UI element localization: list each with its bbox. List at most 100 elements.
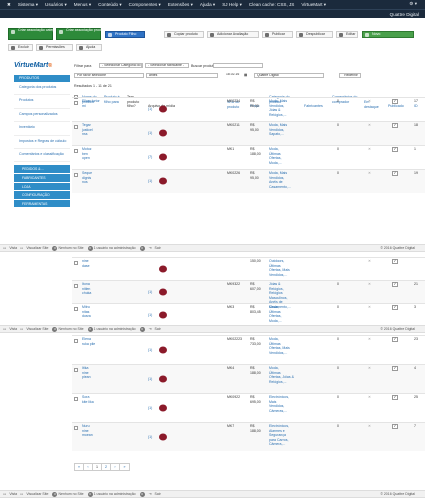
reset-button[interactable]: Redefinir bbox=[339, 73, 361, 78]
product-categories[interactable]: Moda, Últimas Ofertas, Jóias & Relógios,… bbox=[269, 366, 303, 384]
visit-site-link[interactable]: Visualizar Site bbox=[26, 246, 48, 250]
copy-product-button[interactable]: Copiar produto bbox=[164, 31, 204, 38]
manufacturer-filter-select[interactable]: - Selecionar fabricante - bbox=[145, 63, 189, 68]
sidebar-item-produtos[interactable]: Produtos bbox=[14, 95, 70, 109]
site-name[interactable]: Quattre Digital bbox=[390, 12, 419, 17]
product-thumbnail[interactable] bbox=[158, 374, 168, 384]
sidebar-item-comentarios[interactable]: Comentários e classificação bbox=[14, 149, 70, 163]
menu-ajuda[interactable]: Ajuda ▾ bbox=[200, 2, 215, 8]
featured-toggle-icon[interactable]: ✕ bbox=[368, 147, 371, 152]
sidebar-tab-configuracao[interactable]: CONFIGURAÇÃO bbox=[14, 191, 70, 200]
pager-page-1[interactable]: 1 bbox=[93, 464, 102, 471]
pager-page-2[interactable]: 2 bbox=[102, 464, 111, 471]
help-button[interactable]: Ajuda bbox=[76, 44, 102, 51]
published-toggle[interactable]: ✓ bbox=[392, 259, 398, 264]
delete-button[interactable]: Excluir bbox=[8, 44, 33, 51]
row-checkbox[interactable] bbox=[74, 101, 78, 105]
featured-toggle-icon[interactable]: ✕ bbox=[368, 259, 371, 264]
product-name-link[interactable]: Seque dignis nos bbox=[82, 171, 102, 185]
table-row[interactable]: Motoz ben open (7) MK1 R$ 188,00 Moda, Últim… bbox=[72, 145, 425, 169]
sidebar-section-produtos[interactable]: PRODUTOS bbox=[14, 75, 70, 82]
child-count-link[interactable]: (1) bbox=[148, 313, 152, 318]
pager-prev[interactable]: ‹ bbox=[84, 464, 93, 471]
product-name-link[interactable]: Mitru nitas dusra bbox=[82, 305, 102, 319]
product-name-link[interactable]: Sora kite lika bbox=[82, 395, 102, 404]
row-checkbox[interactable] bbox=[74, 125, 78, 129]
table-row[interactable]: Seque dignis nos (1) MK0226 R$ 95,00 Moda, M… bbox=[72, 169, 425, 193]
menu-usuarios[interactable]: Usuários ▾ bbox=[45, 2, 67, 8]
product-thumbnail[interactable] bbox=[158, 152, 168, 162]
featured-toggle-icon[interactable]: ✕ bbox=[368, 99, 371, 104]
table-row[interactable]: Tegar justicel nss (1) MK0211 R$ 95,00 Moda,… bbox=[72, 121, 425, 145]
product-thumbnail[interactable] bbox=[158, 176, 168, 186]
row-checkbox[interactable] bbox=[74, 307, 78, 311]
child-count-link[interactable]: (1) bbox=[148, 406, 152, 411]
product-thumbnail[interactable] bbox=[158, 287, 168, 297]
create-product-association-button[interactable]: Criar associação produto ao usuários bbox=[56, 28, 126, 40]
featured-toggle-icon[interactable]: ✕ bbox=[368, 366, 371, 371]
row-checkbox[interactable] bbox=[74, 173, 78, 177]
featured-toggle-icon[interactable]: ✕ bbox=[368, 424, 371, 429]
child-count-link[interactable]: (1) bbox=[148, 435, 152, 440]
visit-site-link[interactable]: Visualizar Site bbox=[26, 492, 48, 496]
featured-toggle-icon[interactable]: ✕ bbox=[368, 395, 371, 400]
sidebar-tab-loja[interactable]: LOJA bbox=[14, 182, 70, 192]
add-review-button[interactable]: Adicionar Avaliação bbox=[207, 31, 259, 38]
product-categories[interactable]: Outdoors, Últimas Ofertas, Mais Vendidos… bbox=[269, 259, 303, 277]
row-checkbox[interactable] bbox=[74, 426, 78, 430]
product-categories[interactable]: Electrónicos, Alarmes e Segurança para C… bbox=[269, 424, 303, 447]
product-categories[interactable]: Moda, Mais Vendidos, Jóias & Relógios,..… bbox=[269, 99, 303, 117]
sidebar-item-inventario[interactable]: Inventário bbox=[14, 122, 70, 136]
sidebar-tab-fabricantes[interactable]: FABRICANTES bbox=[14, 173, 70, 183]
product-categories[interactable]: Moda, Últimas Ofertas, Mais Vendidos,... bbox=[269, 337, 303, 355]
child-count-link[interactable]: (1) bbox=[148, 290, 152, 295]
child-product-button[interactable]: Produto Filho bbox=[105, 31, 145, 38]
logout-link[interactable]: Sair bbox=[155, 246, 161, 250]
menu-sj-help[interactable]: SJ Help ▾ bbox=[222, 2, 242, 8]
sidebar-tab-ferramentas[interactable]: FERRAMENTAS bbox=[14, 199, 70, 209]
product-name-link[interactable]: Ellam lortor mi bbox=[82, 99, 102, 108]
table-row[interactable]: nine dase 150,00 Outdoors, Últimas Ofertas… bbox=[72, 257, 425, 280]
user-menu-gear-icon[interactable]: ⚙ ▾ bbox=[409, 1, 417, 7]
product-categories[interactable]: Moda, Últimas Ofertas, Moda,... bbox=[269, 305, 303, 323]
date-value[interactable]: 18.02.16 bbox=[224, 73, 246, 78]
product-name-link[interactable]: nine dase bbox=[82, 259, 102, 268]
menu-virtuemart[interactable]: VirtueMart ▾ bbox=[301, 2, 326, 8]
sidebar-item-impostos[interactable]: Impostos e Regras de cálculo bbox=[14, 136, 70, 149]
product-name-link[interactable]: Motoz ben open bbox=[82, 147, 102, 161]
row-checkbox[interactable] bbox=[74, 368, 78, 372]
search-input[interactable] bbox=[213, 63, 263, 68]
featured-toggle-icon[interactable]: ✕ bbox=[368, 171, 371, 176]
product-thumbnail[interactable] bbox=[158, 264, 168, 274]
child-count-link[interactable]: (1) bbox=[148, 348, 152, 353]
child-count-link[interactable]: (1) bbox=[148, 377, 152, 382]
product-name-link[interactable]: Elena ruka pile bbox=[82, 337, 102, 346]
menu-conteudo[interactable]: Conteúdo ▾ bbox=[98, 2, 122, 8]
child-count-link[interactable]: (7) bbox=[148, 155, 152, 160]
table-row[interactable]: Itika nine piean (1) MK4 R$ 188,00 Moda, Últ… bbox=[72, 364, 425, 393]
logout-link[interactable]: Sair bbox=[155, 492, 161, 496]
published-toggle[interactable]: ✓ bbox=[392, 147, 398, 152]
product-thumbnail[interactable] bbox=[158, 104, 168, 114]
row-checkbox[interactable] bbox=[74, 339, 78, 343]
table-row[interactable]: Elena ruka pile (1) MK02223 R$ 733,00 Moda, … bbox=[72, 335, 425, 364]
product-name-link[interactable]: Itona nitlen chuka bbox=[82, 282, 102, 296]
featured-toggle-icon[interactable]: ✕ bbox=[368, 123, 371, 128]
product-thumbnail[interactable] bbox=[158, 345, 168, 355]
featured-toggle-icon[interactable]: ✕ bbox=[368, 337, 371, 342]
featured-toggle-icon[interactable]: ✕ bbox=[368, 282, 371, 287]
menu-menus[interactable]: Menus ▾ bbox=[74, 2, 91, 8]
pager-next[interactable]: › bbox=[111, 464, 120, 471]
date-mode-select[interactable]: antes bbox=[146, 73, 218, 78]
joomla-icon[interactable]: ✖ bbox=[7, 2, 11, 8]
store-select[interactable]: Quattre Digital bbox=[254, 73, 324, 78]
published-toggle[interactable]: ✓ bbox=[392, 171, 398, 176]
published-toggle[interactable]: ✓ bbox=[392, 305, 398, 310]
published-toggle[interactable]: ✓ bbox=[392, 424, 398, 429]
child-count-link[interactable]: (1) bbox=[148, 179, 152, 184]
product-thumbnail[interactable] bbox=[158, 310, 168, 320]
visit-site-link[interactable]: Visualizar Site bbox=[26, 327, 48, 331]
product-categories[interactable]: Moda, Mais Vendidos, Sapato,... bbox=[269, 123, 303, 137]
table-row[interactable]: Nuru nine moean (1) MK7 R$ 188,00 Electrónic… bbox=[72, 422, 425, 451]
product-categories[interactable]: Electrónicos, Mais Vendidos, Câmeras,... bbox=[269, 395, 303, 413]
